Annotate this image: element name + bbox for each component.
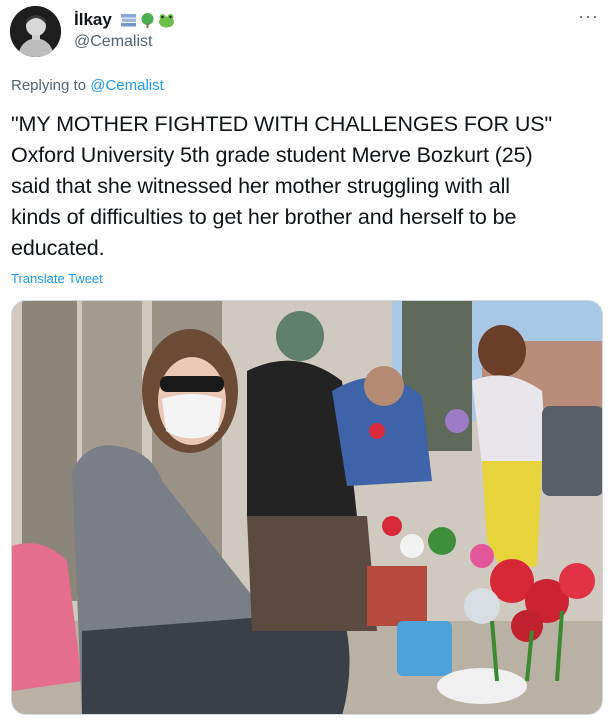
tree-emoji-icon <box>141 12 154 28</box>
avatar-image <box>10 6 61 57</box>
author-emoji-row <box>120 12 175 29</box>
tweet-text-line: Oxford University 5th grade student Merv… <box>11 143 533 167</box>
tweet-photo[interactable] <box>11 300 603 715</box>
frog-emoji-icon <box>158 13 174 27</box>
tweet-text-line: educated. <box>11 236 105 260</box>
tweet: İlkay @Cemalist ··· Replying to @Cemalis… <box>0 0 615 721</box>
books-emoji-icon <box>120 13 136 26</box>
replying-to: Replying to @Cemalist <box>11 77 164 94</box>
author-handle[interactable]: @Cemalist <box>74 32 175 52</box>
replying-to-label: Replying to <box>11 77 87 94</box>
author-name-row[interactable]: İlkay <box>74 9 175 31</box>
tweet-text: "MY MOTHER FIGHTED WITH CHALLENGES FOR U… <box>11 109 606 264</box>
tweet-text-line: said that she witnessed her mother strug… <box>11 174 510 198</box>
author-block: İlkay @Cemalist <box>74 9 175 52</box>
tweet-text-line: "MY MOTHER FIGHTED WITH CHALLENGES FOR U… <box>11 112 553 136</box>
reply-mention-link[interactable]: @Cemalist <box>90 77 164 94</box>
avatar[interactable] <box>10 6 61 57</box>
more-options-icon[interactable]: ··· <box>578 7 599 25</box>
author-display-name[interactable]: İlkay <box>74 9 112 31</box>
translate-tweet-link[interactable]: Translate Tweet <box>11 271 103 286</box>
tweet-text-line: kinds of difficulties to get her brother… <box>11 205 517 229</box>
photo-illustration <box>12 301 602 714</box>
